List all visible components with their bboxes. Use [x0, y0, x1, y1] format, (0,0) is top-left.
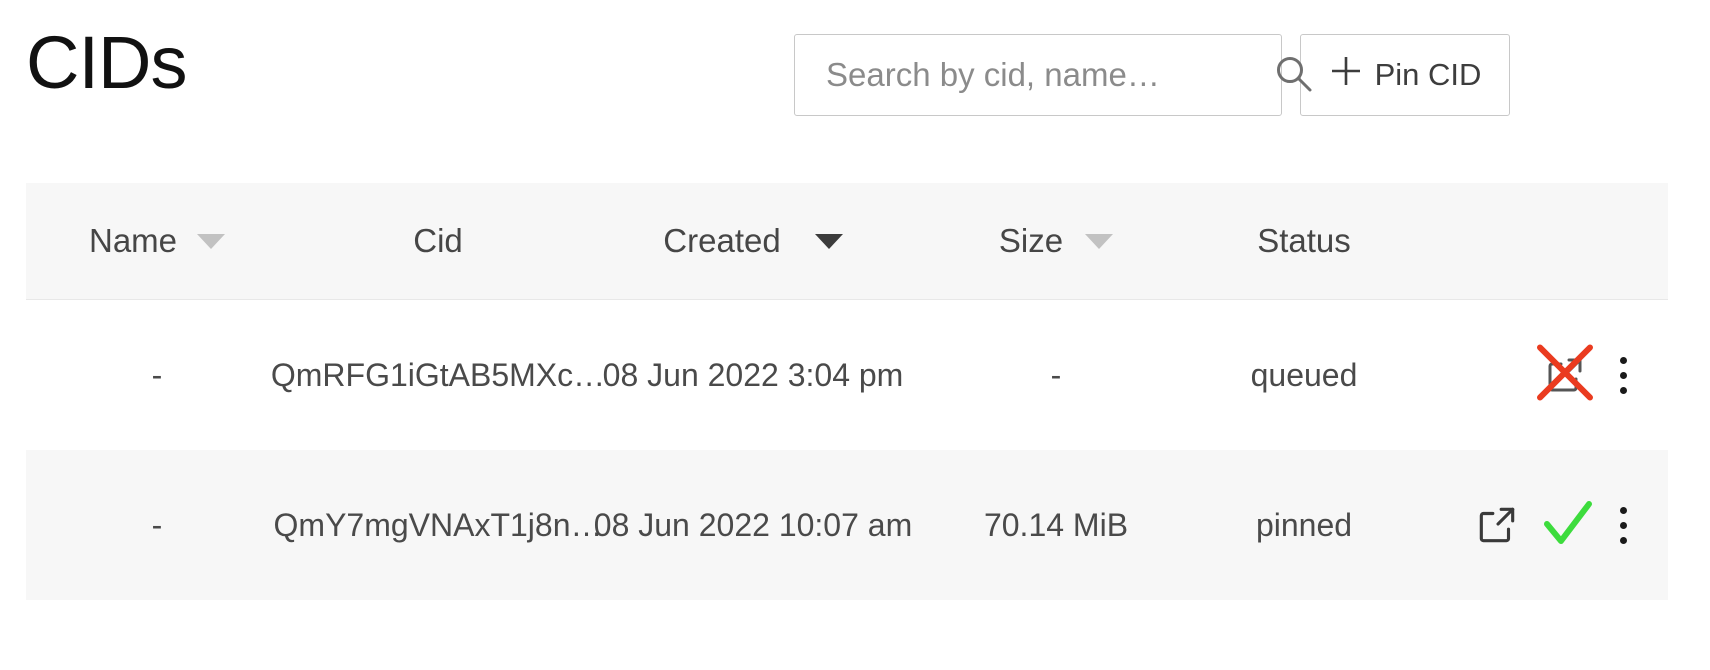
- sort-caret-name-icon[interactable]: [197, 233, 226, 249]
- plus-icon: [1329, 54, 1363, 96]
- cell-name: -: [26, 507, 288, 544]
- external-link-icon-crossed[interactable]: [1532, 344, 1598, 405]
- status-badge: queued: [1250, 356, 1358, 393]
- cids-page: CIDs Search by cid, name… Pin CID Name C…: [0, 0, 1710, 670]
- kebab-dot: [1619, 536, 1627, 544]
- kebab-menu-icon[interactable]: [1606, 345, 1640, 405]
- page-title: CIDs: [26, 21, 187, 104]
- cell-actions: [1414, 495, 1668, 555]
- sort-caret-created-icon[interactable]: [814, 233, 843, 249]
- cell-status: pinned: [1194, 507, 1414, 544]
- kebab-dot: [1619, 356, 1627, 364]
- row-created-value: 08 Jun 2022 10:07 am: [593, 506, 913, 543]
- search-input[interactable]: [795, 35, 1273, 115]
- cell-size: 70.14 MiB: [918, 507, 1194, 544]
- column-header-cid-label: Cid: [413, 222, 463, 259]
- kebab-menu-icon[interactable]: [1606, 495, 1640, 555]
- table-row[interactable]: - QmRFG1iGtAB5MXc… 08 Jun 2022 3:04 pm -…: [26, 300, 1668, 450]
- column-header-size[interactable]: Size: [918, 222, 1194, 260]
- table-header-row: Name Cid Created Size Status: [26, 183, 1668, 300]
- table-row[interactable]: - QmY7mgVNAxT1j8n… 08 Jun 2022 10:07 am …: [26, 450, 1668, 600]
- row-created-value: 08 Jun 2022 3:04 pm: [602, 356, 904, 393]
- column-header-status[interactable]: Status: [1194, 222, 1414, 260]
- cell-status: queued: [1194, 357, 1414, 394]
- cell-cid[interactable]: QmY7mgVNAxT1j8n…: [274, 507, 603, 544]
- row-size-value: 70.14 MiB: [983, 506, 1129, 543]
- row-size-value: -: [1050, 356, 1062, 393]
- cell-size: -: [918, 357, 1194, 394]
- header-actions: Pin CID: [794, 34, 1510, 116]
- status-badge: pinned: [1255, 506, 1353, 543]
- row-cid-value: QmY7mgVNAxT1j8n…: [273, 506, 603, 543]
- cell-cid[interactable]: QmRFG1iGtAB5MXc…: [271, 357, 605, 394]
- column-header-name[interactable]: Name: [26, 222, 288, 260]
- pin-cid-button[interactable]: Pin CID: [1300, 34, 1510, 116]
- row-name-value: -: [151, 506, 163, 543]
- row-name-value: -: [151, 356, 163, 393]
- column-header-created-label: Created: [663, 222, 781, 259]
- cell-created: 08 Jun 2022 10:07 am: [588, 507, 918, 544]
- kebab-dot: [1619, 521, 1627, 529]
- search-icon: [1273, 53, 1315, 98]
- column-header-cid[interactable]: Cid: [288, 222, 588, 260]
- column-header-created[interactable]: Created: [588, 222, 918, 260]
- kebab-dot: [1619, 506, 1627, 514]
- search-box[interactable]: [794, 34, 1312, 116]
- cids-table: Name Cid Created Size Status - QmRFG1iGt…: [26, 183, 1668, 600]
- kebab-dot: [1619, 371, 1627, 379]
- kebab-dot: [1619, 386, 1627, 394]
- sort-caret-size-icon[interactable]: [1085, 233, 1114, 249]
- search-button[interactable]: [1273, 35, 1315, 115]
- column-header-status-label: Status: [1257, 222, 1351, 259]
- column-header-size-label: Size: [998, 222, 1064, 259]
- check-icon[interactable]: [1538, 495, 1598, 555]
- page-header: CIDs Search by cid, name… Pin CID: [0, 0, 1710, 160]
- external-link-icon[interactable]: [1464, 495, 1530, 555]
- cell-actions: [1414, 344, 1668, 405]
- column-header-name-label: Name: [88, 222, 178, 259]
- row-cid-value: QmRFG1iGtAB5MXc…: [270, 356, 606, 393]
- pin-cid-label: Pin CID: [1374, 57, 1482, 92]
- cell-name: -: [26, 357, 288, 394]
- cell-created: 08 Jun 2022 3:04 pm: [588, 357, 918, 394]
